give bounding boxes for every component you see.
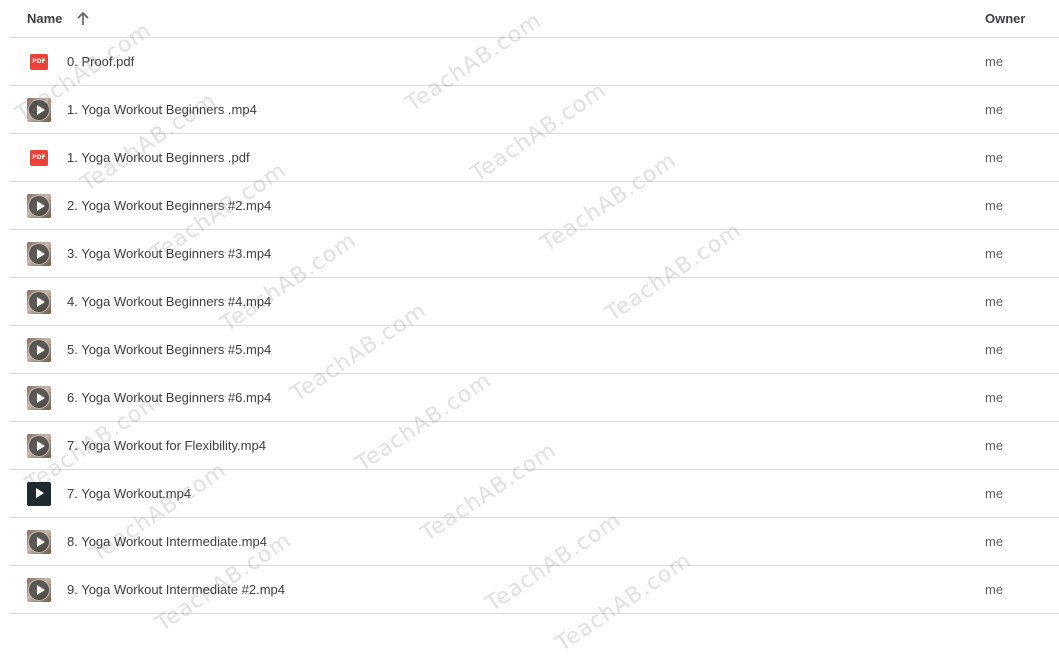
video-thumbnail <box>27 482 51 506</box>
video-thumbnail-icon <box>27 194 51 218</box>
file-rows: PDF 0. Proof.pdf me 1. Yoga Workout Beginne… <box>10 38 1059 614</box>
pdf-file-icon: PDF <box>27 50 51 74</box>
file-owner: me <box>985 102 1004 117</box>
file-row[interactable]: 5. Yoga Workout Beginners #5.mp4 me <box>10 326 1059 374</box>
file-row[interactable]: 7. Yoga Workout.mp4 me <box>10 470 1059 518</box>
video-thumbnail <box>27 338 51 362</box>
video-thumbnail <box>27 194 51 218</box>
video-thumbnail-icon <box>27 98 51 122</box>
file-name: 7. Yoga Workout for Flexibility.mp4 <box>67 438 266 453</box>
video-thumbnail-icon <box>27 338 51 362</box>
video-thumbnail-icon <box>27 578 51 602</box>
video-thumbnail-icon <box>27 242 51 266</box>
file-name: 0. Proof.pdf <box>67 54 135 69</box>
owner-column-header[interactable]: Owner <box>985 11 1025 26</box>
file-owner: me <box>985 486 1004 501</box>
file-list-header: Name Owner <box>10 0 1059 38</box>
pdf-badge: PDF <box>30 54 48 70</box>
file-name: 8. Yoga Workout Intermediate.mp4 <box>67 534 267 549</box>
play-icon <box>28 99 50 121</box>
file-owner: me <box>985 342 1004 357</box>
file-row[interactable]: 2. Yoga Workout Beginners #2.mp4 me <box>10 182 1059 230</box>
file-owner: me <box>985 246 1004 261</box>
file-row[interactable]: 7. Yoga Workout for Flexibility.mp4 me <box>10 422 1059 470</box>
file-owner: me <box>985 198 1004 213</box>
video-thumbnail-icon <box>27 290 51 314</box>
video-thumbnail <box>27 98 51 122</box>
file-row[interactable]: 1. Yoga Workout Beginners .mp4 me <box>10 86 1059 134</box>
file-name: 9. Yoga Workout Intermediate #2.mp4 <box>67 582 286 597</box>
video-thumbnail-icon <box>27 386 51 410</box>
video-thumbnail-icon <box>27 530 51 554</box>
file-owner: me <box>985 582 1004 597</box>
file-owner: me <box>985 294 1004 309</box>
play-icon <box>28 483 50 505</box>
file-row[interactable]: 8. Yoga Workout Intermediate.mp4 me <box>10 518 1059 566</box>
video-thumbnail <box>27 242 51 266</box>
play-icon <box>28 531 50 553</box>
file-owner: me <box>985 54 1004 69</box>
play-icon <box>28 291 50 313</box>
file-name: 1. Yoga Workout Beginners .mp4 <box>67 102 257 117</box>
file-row[interactable]: PDF 1. Yoga Workout Beginners .pdf me <box>10 134 1059 182</box>
play-icon <box>28 579 50 601</box>
play-icon <box>28 243 50 265</box>
video-thumbnail <box>27 530 51 554</box>
pdf-file-icon: PDF <box>27 146 51 170</box>
video-thumbnail <box>27 434 51 458</box>
file-name: 3. Yoga Workout Beginners #3.mp4 <box>67 246 272 261</box>
file-owner: me <box>985 390 1004 405</box>
video-thumbnail <box>27 578 51 602</box>
video-thumbnail <box>27 290 51 314</box>
play-icon <box>28 387 50 409</box>
play-icon <box>28 435 50 457</box>
file-name: 5. Yoga Workout Beginners #5.mp4 <box>67 342 272 357</box>
file-row[interactable]: 6. Yoga Workout Beginners #6.mp4 me <box>10 374 1059 422</box>
file-owner: me <box>985 438 1004 453</box>
pdf-badge: PDF <box>30 150 48 166</box>
video-thumbnail <box>27 386 51 410</box>
file-name: 1. Yoga Workout Beginners .pdf <box>67 150 250 165</box>
file-row[interactable]: PDF 0. Proof.pdf me <box>10 38 1059 86</box>
file-name: 2. Yoga Workout Beginners #2.mp4 <box>67 198 272 213</box>
play-icon <box>28 195 50 217</box>
arrow-upward-icon[interactable] <box>76 11 90 26</box>
play-icon <box>28 339 50 361</box>
file-name: 6. Yoga Workout Beginners #6.mp4 <box>67 390 272 405</box>
file-owner: me <box>985 150 1004 165</box>
video-thumbnail-icon <box>27 482 51 506</box>
video-thumbnail-icon <box>27 434 51 458</box>
file-name: 7. Yoga Workout.mp4 <box>67 486 192 501</box>
file-row[interactable]: 4. Yoga Workout Beginners #4.mp4 me <box>10 278 1059 326</box>
name-column-header[interactable]: Name <box>27 11 90 26</box>
file-name: 4. Yoga Workout Beginners #4.mp4 <box>67 294 272 309</box>
file-list: Name Owner PDF 0. Proof.pdf me 1. Yoga Work… <box>10 0 1059 614</box>
file-row[interactable]: 3. Yoga Workout Beginners #3.mp4 me <box>10 230 1059 278</box>
file-owner: me <box>985 534 1004 549</box>
name-column-label: Name <box>27 11 63 26</box>
file-row[interactable]: 9. Yoga Workout Intermediate #2.mp4 me <box>10 566 1059 614</box>
